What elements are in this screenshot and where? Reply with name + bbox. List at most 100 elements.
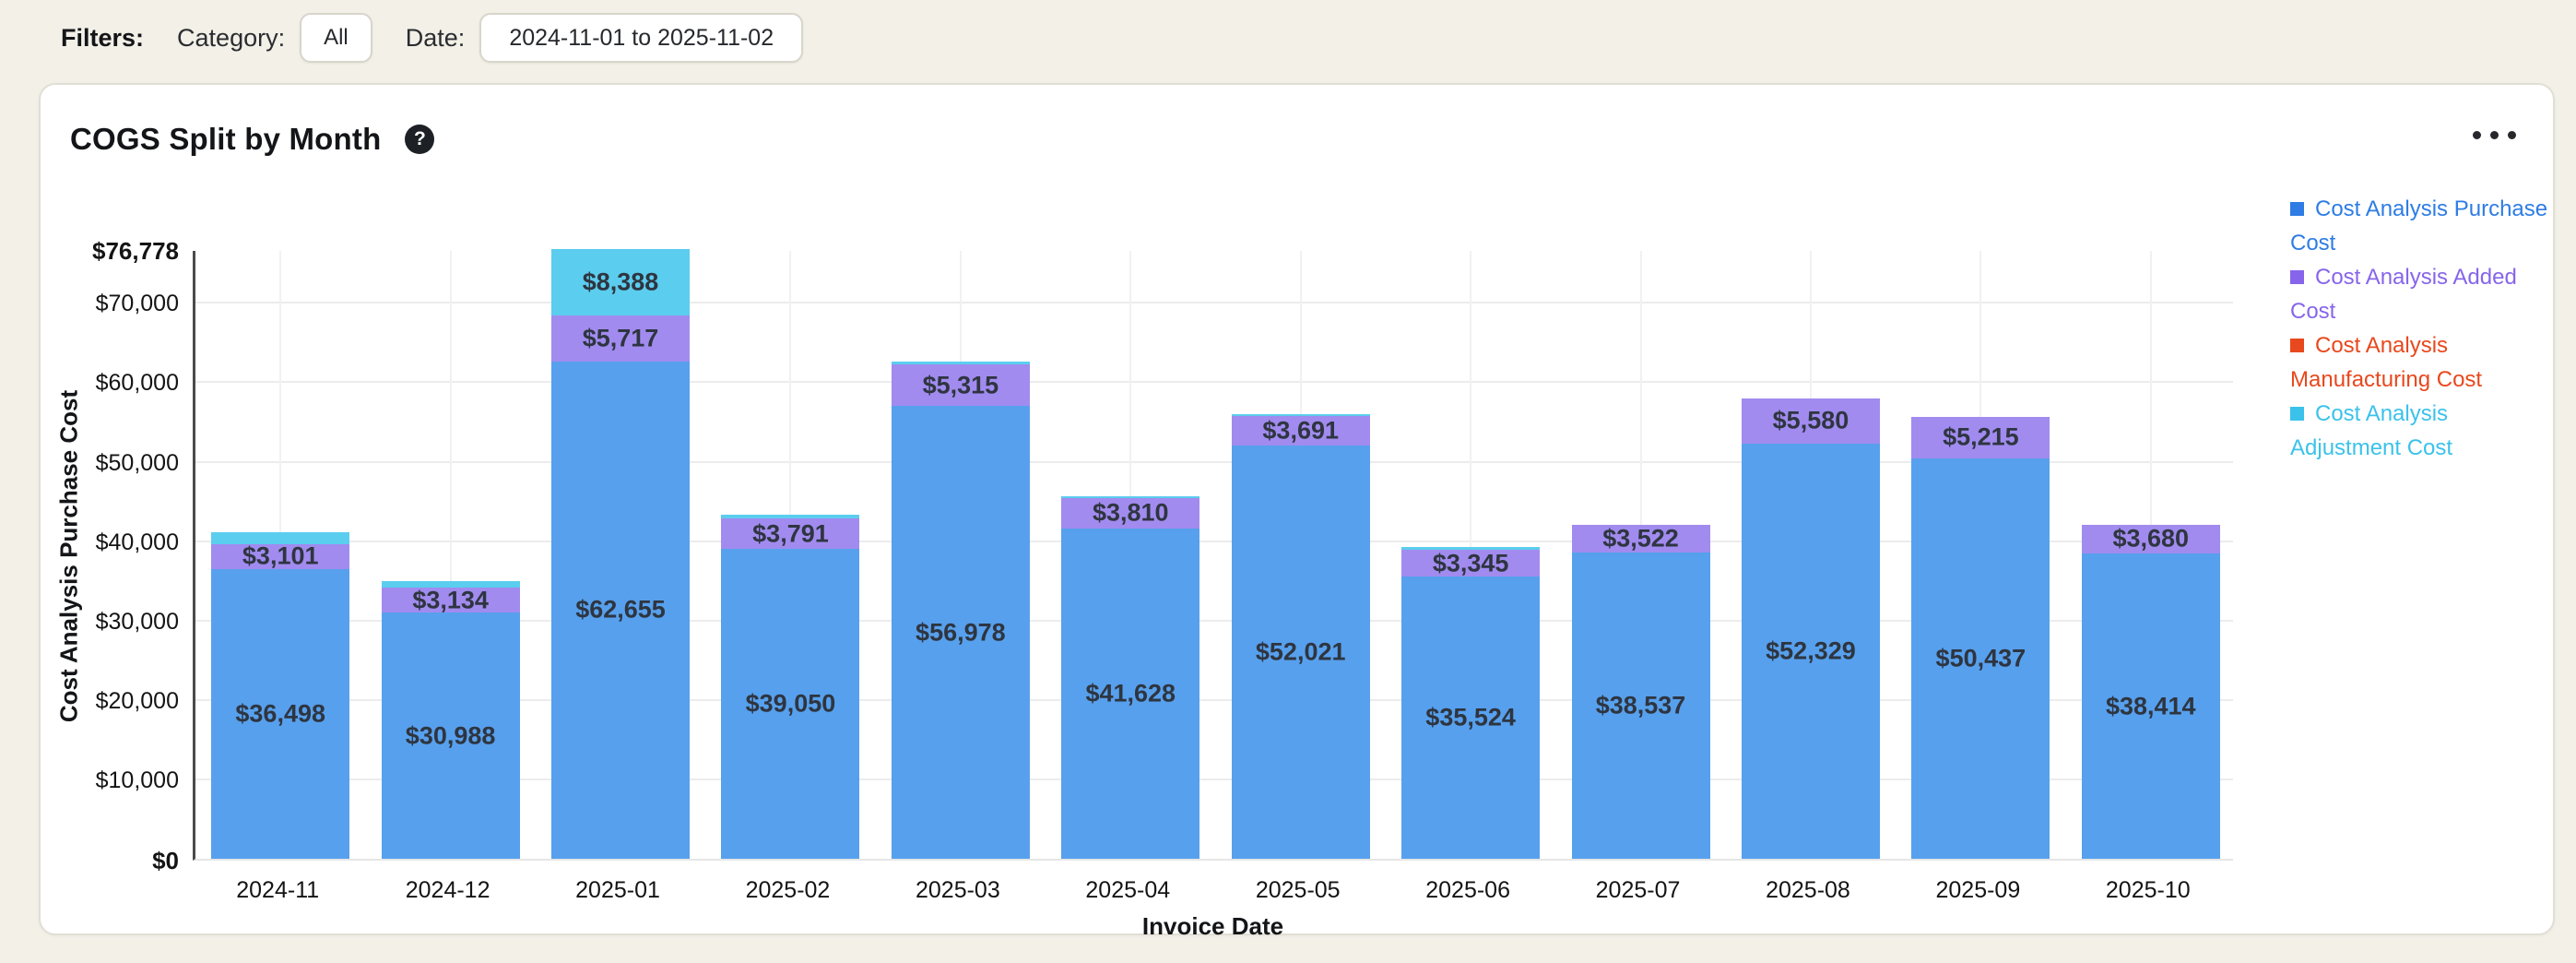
bar-segment[interactable] — [1061, 496, 1199, 498]
bar-2025-04: $41,628$3,810 — [1046, 251, 1215, 859]
bar-segment[interactable]: $35,524 — [1401, 577, 1540, 859]
bar-segment[interactable]: $56,978 — [892, 406, 1030, 859]
y-tick-label: $60,000 — [41, 370, 179, 397]
bar-value-label: $36,498 — [235, 699, 325, 728]
bar-value-label: $5,717 — [583, 324, 659, 352]
bar-stack: $36,498 $3,101 — [211, 532, 349, 859]
bar-value-label: $3,691 — [1262, 417, 1339, 446]
bar-segment[interactable]: $3,680 — [2082, 525, 2220, 554]
bar-segment[interactable] — [892, 362, 1030, 364]
legend-label: Cost Analysis Added Cost — [2290, 265, 2517, 324]
x-tick-label: 2025-05 — [1213, 877, 1383, 904]
bar-segment[interactable]: $5,580 — [1742, 398, 1880, 443]
bar-value-label: $3,810 — [1093, 499, 1169, 528]
legend-label: Cost Analysis Manufacturing Cost — [2290, 333, 2482, 392]
bar-value-label: $3,680 — [2112, 525, 2189, 553]
bar-segment[interactable]: $39,050 — [721, 549, 859, 859]
legend-label: Cost Analysis Purchase Cost — [2290, 196, 2547, 256]
bar-segment[interactable]: $3,345 — [1401, 550, 1540, 577]
bar-segment[interactable]: $3,134 — [382, 588, 520, 612]
bar-value-label: $3,345 — [1433, 549, 1509, 577]
legend-swatch-icon — [2290, 339, 2304, 352]
bar-segment[interactable]: $5,717 — [551, 315, 690, 361]
bar-segment[interactable]: $50,437 — [1911, 458, 2050, 859]
bar-segment[interactable]: $3,522 — [1572, 525, 1710, 553]
legend-entry[interactable]: Cost Analysis Manufacturing Cost — [2290, 328, 2550, 397]
x-axis-title: Invoice Date — [1029, 912, 1398, 941]
bar-2025-07: $38,537 $3,522 — [1555, 251, 1725, 859]
legend-swatch-icon — [2290, 202, 2304, 216]
bar-value-label: $8,388 — [583, 268, 659, 297]
legend-entry[interactable]: Cost Analysis Purchase Cost — [2290, 192, 2550, 260]
bar-2025-06: $35,524 $3,345 — [1386, 251, 1555, 859]
date-filter-chip[interactable]: 2024-11-01 to 2025-11-02 — [479, 13, 803, 63]
bar-value-label: $52,021 — [1256, 638, 1346, 667]
page: { "filters": { "label": "Filters:", "cat… — [0, 0, 2576, 963]
bar-value-label: $38,537 — [1596, 692, 1686, 720]
bar-value-label: $52,329 — [1766, 636, 1856, 665]
y-tick-label: $70,000 — [41, 291, 179, 317]
bar-segment[interactable]: $41,628 — [1061, 529, 1199, 859]
bar-segment[interactable]: $38,414 — [2082, 553, 2220, 859]
bar-stack: $39,050 $3,791 — [721, 515, 859, 859]
x-tick-label: 2025-09 — [1893, 877, 2062, 904]
bar-segment[interactable]: $3,810 — [1061, 498, 1199, 529]
x-tick-label: 2025-01 — [533, 877, 703, 904]
x-tick-label: 2025-04 — [1043, 877, 1212, 904]
bar-segment[interactable]: $3,101 — [211, 544, 349, 569]
date-filter-label: Date: — [406, 24, 466, 53]
bar-2025-05: $52,021 $3,691 — [1216, 251, 1386, 859]
bar-segment[interactable]: $8,388 — [551, 249, 690, 315]
x-tick-label: 2024-11 — [193, 877, 362, 904]
bar-2025-02: $39,050 $3,791 — [705, 251, 875, 859]
bar-segment[interactable]: $3,691 — [1232, 416, 1370, 446]
bar-stack: $56,978 $5,315 — [892, 362, 1030, 859]
bar-stack: $52,329 $5,580 — [1742, 398, 1880, 859]
bar-segment[interactable] — [721, 515, 859, 518]
bar-stack: $38,414 $3,680 — [2082, 525, 2220, 859]
category-filter-chip[interactable]: All — [300, 13, 372, 63]
category-filter-label: Category: — [177, 24, 285, 53]
x-tick-label: 2025-08 — [1723, 877, 1893, 904]
legend-swatch-icon — [2290, 270, 2304, 284]
bar-2025-08: $52,329 $5,580 — [1726, 251, 1896, 859]
plot-area: $36,498$3,101$30,988$3,134$62,655$5,717$… — [193, 251, 2233, 861]
bar-segment[interactable]: $30,988 — [382, 612, 520, 859]
legend-swatch-icon — [2290, 407, 2304, 421]
bar-stack: $30,988$3,134 — [382, 581, 520, 859]
bar-segment[interactable]: $62,655 — [551, 362, 690, 859]
legend-entry[interactable]: Cost Analysis Added Cost — [2290, 260, 2550, 328]
bar-stack: $50,437 $5,215 — [1911, 417, 2050, 859]
bar-stack: $38,537 $3,522 — [1572, 525, 1710, 859]
legend-label: Cost Analysis Adjustment Cost — [2290, 401, 2452, 460]
filters-bar: Filters: Category: All Date: 2024-11-01 … — [61, 11, 803, 65]
bar-segment[interactable]: $38,537 — [1572, 553, 1710, 859]
x-tick-label: 2025-06 — [1383, 877, 1553, 904]
y-tick-label: $76,778 — [41, 237, 179, 266]
y-tick-label: $30,000 — [41, 609, 179, 636]
filters-title: Filters: — [61, 24, 144, 53]
bar-segment[interactable]: $5,315 — [892, 364, 1030, 407]
bar-value-label: $39,050 — [746, 689, 836, 718]
legend-entry[interactable]: Cost Analysis Adjustment Cost — [2290, 397, 2550, 465]
bar-segment[interactable]: $3,791 — [721, 518, 859, 549]
bar-value-label: $38,414 — [2106, 692, 2196, 720]
x-tick-label: 2025-02 — [703, 877, 872, 904]
bar-value-label: $50,437 — [1936, 644, 2027, 672]
bar-value-label: $3,791 — [752, 519, 829, 548]
bar-segment[interactable]: $52,021 — [1232, 446, 1370, 859]
bar-stack: $62,655 $5,717 $8,388 — [551, 249, 690, 859]
bar-value-label: $56,978 — [916, 618, 1006, 647]
bar-2024-11: $36,498 $3,101 — [195, 251, 365, 859]
bar-value-label: $3,522 — [1602, 525, 1679, 553]
bar-stack: $35,524 $3,345 — [1401, 547, 1540, 859]
bar-segment[interactable]: $52,329 — [1742, 444, 1880, 860]
bar-segment[interactable]: $36,498 — [211, 569, 349, 859]
bar-segment[interactable]: $5,215 — [1911, 417, 2050, 458]
bar-stack: $52,021 $3,691 — [1232, 414, 1370, 859]
chart-legend: Cost Analysis Purchase Cost Cost Analysis… — [2290, 192, 2550, 465]
bar-2025-09: $50,437 $5,215 — [1896, 251, 2065, 859]
cogs-chart-card: COGS Split by Month ? Cost Analysis Purc… — [39, 83, 2555, 935]
x-tick-label: 2024-12 — [362, 877, 532, 904]
bar-value-label: $35,524 — [1425, 704, 1516, 732]
